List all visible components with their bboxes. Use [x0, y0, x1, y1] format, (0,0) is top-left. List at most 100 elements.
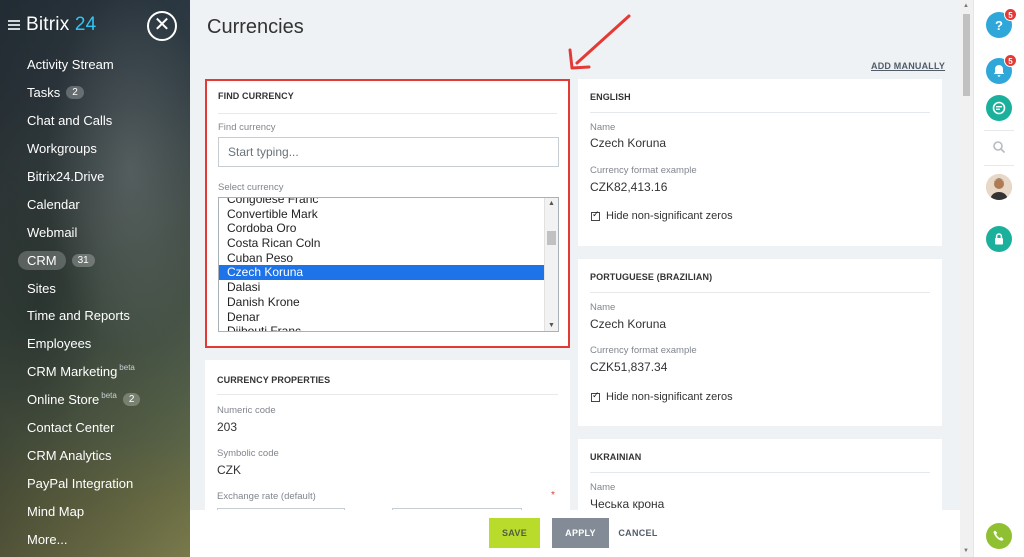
language-title: UKRAINIAN: [590, 452, 642, 462]
hide-zeros-checkbox[interactable]: [591, 390, 600, 402]
currency-option[interactable]: Denar: [219, 310, 545, 325]
right-toolbar: ? 5 5: [973, 0, 1024, 557]
sidebar-menu: Activity Stream Tasks 2 Chat and Calls Workg…: [0, 51, 190, 553]
find-currency-input[interactable]: [218, 137, 559, 167]
sidebar-item-label: Workgroups: [27, 141, 97, 157]
divider: [984, 130, 1014, 131]
numeric-code-value: 203: [217, 420, 238, 434]
sidebar-item[interactable]: Mind Map: [0, 497, 190, 525]
sidebar-item[interactable]: Bitrix24.Drive: [0, 163, 190, 191]
help-badge: 5: [1004, 8, 1017, 21]
currency-option[interactable]: Dalasi: [219, 280, 545, 295]
scroll-up-icon[interactable]: ▲: [963, 3, 969, 9]
currency-option[interactable]: Cordoba Oro: [219, 221, 545, 236]
scroll-down-icon[interactable]: ▼: [963, 548, 969, 554]
currency-listbox[interactable]: Congolese Franc Convertible Mark Cordoba O…: [218, 197, 559, 332]
sidebar-item[interactable]: Activity Stream: [0, 51, 190, 79]
sidebar-item-counter: 2: [122, 393, 141, 407]
sidebar-item-label: Webmail: [27, 224, 78, 240]
hamburger-icon[interactable]: [8, 20, 20, 30]
sidebar-item[interactable]: Time and Reports: [0, 302, 190, 330]
sidebar-item[interactable]: Calendar: [0, 190, 190, 218]
sidebar-item-label: Online Store: [27, 392, 100, 408]
currency-option[interactable]: Djibouti Franc: [219, 324, 545, 331]
beta-tag: beta: [119, 363, 135, 373]
logo-number: 24: [74, 14, 97, 35]
sidebar-item[interactable]: CRM 31: [0, 246, 190, 274]
scroll-down-icon[interactable]: ▼: [548, 322, 555, 329]
language-title: ENGLISH: [590, 92, 631, 102]
sidebar-item-label: CRM Marketing: [27, 364, 118, 380]
sidebar-item[interactable]: More...: [0, 525, 190, 553]
cancel-button[interactable]: CANCEL: [615, 518, 661, 548]
name-label: Name: [590, 122, 616, 133]
name-value: Czech Koruna: [590, 136, 667, 150]
sidebar-item[interactable]: CRM Analytics: [0, 441, 190, 469]
sidebar-item-label: Bitrix24.Drive: [27, 169, 105, 184]
divider: [218, 113, 557, 114]
sidebar-item-label: More...: [27, 531, 68, 547]
search-icon[interactable]: [986, 134, 1012, 160]
notification-bell-icon[interactable]: 5: [986, 54, 1017, 84]
add-manually-link[interactable]: ADD MANUALLY: [871, 61, 945, 71]
hide-zeros-checkbox[interactable]: [591, 209, 600, 221]
apply-button[interactable]: APPLY: [552, 518, 609, 548]
sidebar-item-label: Chat and Calls: [27, 113, 113, 129]
language-card-portuguese: PORTUGUESE (BRAZILIAN) Name Czech Koruna…: [578, 259, 942, 426]
sidebar-item[interactable]: Online Store beta 2: [0, 386, 190, 414]
close-icon[interactable]: ✕: [147, 11, 177, 41]
divider: [590, 472, 930, 473]
page-title: Currencies: [207, 16, 304, 38]
currency-option[interactable]: Czech Koruna: [219, 265, 545, 281]
sidebar-item[interactable]: Employees: [0, 330, 190, 358]
currency-option[interactable]: Costa Rican Coln: [219, 236, 545, 251]
sidebar-item[interactable]: Sites: [0, 274, 190, 302]
sidebar-item[interactable]: Workgroups: [0, 135, 190, 163]
currency-properties-title: CURRENCY PROPERTIES: [217, 375, 331, 385]
sidebar-item[interactable]: PayPal Integration: [0, 469, 190, 497]
help-icon[interactable]: ? 5: [986, 8, 1017, 38]
sidebar-item-counter: 31: [71, 253, 95, 267]
sidebar-item[interactable]: CRM Marketing beta: [0, 358, 190, 386]
logo[interactable]: Bitrix 24: [8, 14, 96, 36]
lock-icon[interactable]: [986, 226, 1012, 252]
currency-option[interactable]: Congolese Franc: [219, 198, 545, 207]
sidebar-item[interactable]: Chat and Calls: [0, 107, 190, 135]
divider: [217, 394, 558, 395]
format-example-value: CZK51,837.34: [590, 360, 668, 374]
scroll-up-icon[interactable]: ▲: [548, 200, 555, 207]
page-scroll-thumb[interactable]: [963, 14, 970, 96]
user-avatar[interactable]: [986, 174, 1012, 200]
sidebar-item-counter: 2: [66, 86, 84, 100]
format-example-label: Currency format example: [590, 165, 697, 176]
sidebar-item-label: Employees: [27, 336, 92, 352]
sidebar-item-label: Mind Map: [27, 503, 85, 519]
main-workarea: Currencies ADD MANUALLY FIND CURRENCY Fi…: [190, 0, 960, 557]
sidebar-item-label: PayPal Integration: [27, 475, 134, 491]
sidebar-item-label: CRM: [18, 250, 66, 270]
symbolic-code-value: CZK: [217, 463, 241, 477]
sidebar-item[interactable]: Webmail: [0, 218, 190, 246]
divider: [984, 165, 1014, 166]
listbox-scrollbar[interactable]: ▲ ▼: [544, 198, 558, 331]
sidebar-item[interactable]: Contact Center: [0, 414, 190, 442]
save-button[interactable]: SAVE: [489, 518, 540, 548]
open-channels-icon[interactable]: [986, 95, 1012, 121]
currency-options: Congolese Franc Convertible Mark Cordoba O…: [219, 198, 545, 331]
hide-zeros-label[interactable]: Hide non-significant zeros: [606, 210, 733, 222]
find-currency-title: FIND CURRENCY: [218, 91, 294, 101]
divider: [590, 112, 930, 113]
currency-option[interactable]: Danish Krone: [219, 295, 545, 310]
sidebar-item-label: Sites: [27, 280, 56, 296]
phone-icon[interactable]: [986, 523, 1012, 549]
notification-badge: 5: [1004, 54, 1017, 67]
sidebar-item-label: Contact Center: [27, 420, 115, 436]
listbox-scroll-thumb[interactable]: [547, 231, 556, 245]
sidebar-item-label: Time and Reports: [27, 308, 130, 324]
page-scrollbar[interactable]: ▲ ▼: [960, 0, 973, 557]
sidebar-item[interactable]: Tasks 2: [0, 79, 190, 107]
hide-zeros-label[interactable]: Hide non-significant zeros: [606, 391, 733, 403]
currency-option[interactable]: Cuban Peso: [219, 251, 545, 266]
currency-option[interactable]: Convertible Mark: [219, 207, 545, 222]
beta-tag: beta: [101, 391, 117, 401]
